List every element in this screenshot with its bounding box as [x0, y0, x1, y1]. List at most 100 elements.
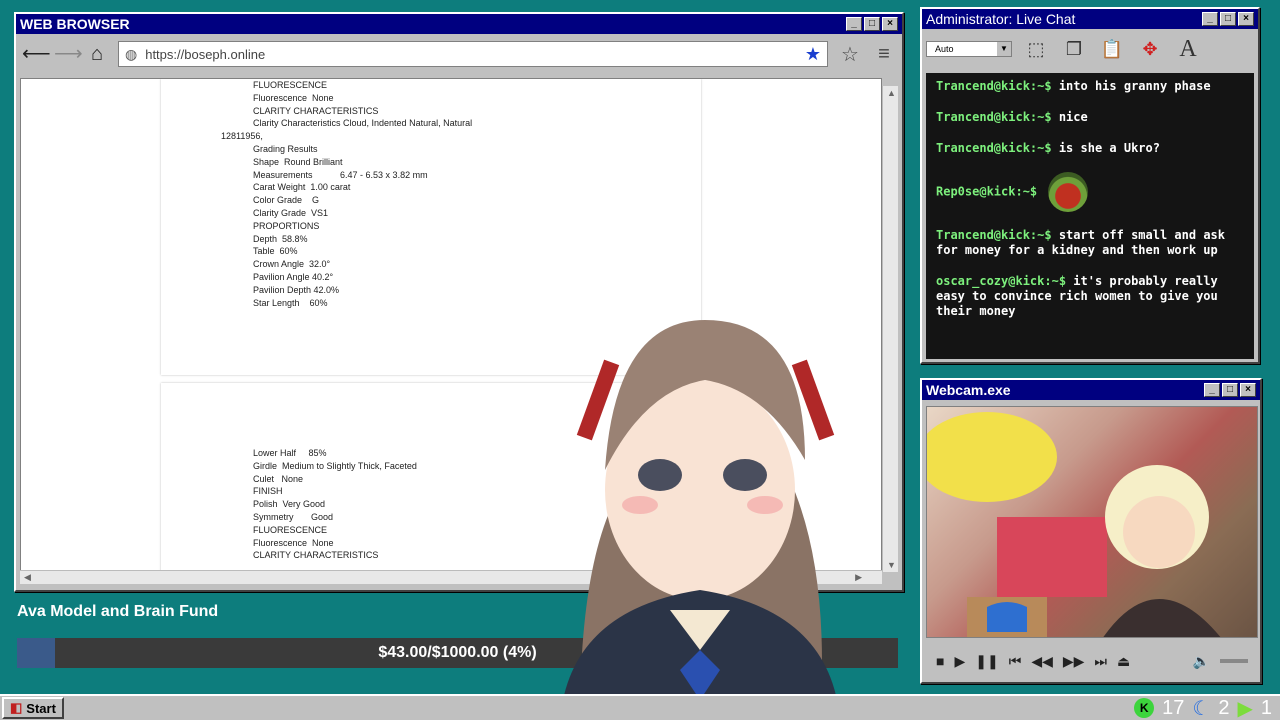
pause-icon[interactable]: ❚❚ — [975, 653, 998, 670]
chat-message: Rep0se@kick:~$ — [936, 172, 1244, 212]
font-select-value: Auto — [935, 44, 954, 54]
play-icon[interactable]: ▶ — [954, 653, 965, 670]
document-line: Carat Weight 1.00 carat — [253, 182, 351, 193]
fast-forward-icon[interactable]: ▶▶ — [1063, 653, 1085, 670]
maximize-button[interactable]: □ — [1220, 12, 1236, 26]
browser-toolbar: ⟵ ⟶ ⌂ ◍ https://boseph.online ★ ☆ ≡ — [16, 34, 902, 74]
play-count: 1 — [1260, 696, 1272, 719]
eject-icon[interactable]: ⏏ — [1117, 653, 1130, 670]
chat-titlebar[interactable]: Administrator: Live Chat _ □ × — [922, 9, 1258, 29]
document-line: Grading Results — [253, 143, 318, 154]
maximize-button[interactable]: □ — [864, 17, 880, 31]
close-button[interactable]: × — [882, 17, 898, 31]
document-line: Color Grade G — [253, 195, 320, 206]
chat-username[interactable]: Trancend@kick:~$ — [936, 228, 1052, 242]
document-line: Clarity Grade VS1 — [253, 207, 329, 218]
document-line: Table 60% — [253, 246, 298, 257]
minimize-button[interactable]: _ — [1204, 383, 1220, 397]
chat-text: is she a Ukro? — [1058, 141, 1160, 155]
minimize-button[interactable]: _ — [846, 17, 862, 31]
windows-logo-icon: ◧ — [10, 700, 23, 715]
document-line: Clarity Characteristics Cloud, Indented … — [253, 118, 473, 129]
bookmark-star-icon[interactable]: ★ — [805, 44, 821, 65]
document-line: Crown Angle 32.0° — [253, 259, 331, 270]
mug-shape — [987, 602, 1027, 632]
webcam-scene — [927, 412, 1221, 637]
rewind-icon[interactable]: ◀◀ — [1031, 653, 1053, 670]
volume-slider[interactable] — [1220, 659, 1248, 663]
back-arrow-icon[interactable]: ⟵ — [22, 43, 51, 65]
kick-icon: K — [1134, 698, 1155, 718]
chevron-down-icon: ▼ — [997, 42, 1011, 56]
vertical-scrollbar[interactable]: ▲ ▼ — [882, 86, 898, 572]
avatar-left-eye — [638, 459, 682, 491]
chat-username[interactable]: Trancend@kick:~$ — [936, 110, 1052, 124]
chat-username[interactable]: Trancend@kick:~$ — [936, 79, 1052, 93]
chat-window: Administrator: Live Chat _ □ × Auto ▼ ⬚ … — [920, 7, 1260, 364]
chat-message: Trancend@kick:~$ start off small and ask… — [936, 228, 1244, 258]
skip-forward-icon[interactable]: ⏭ — [1094, 653, 1107, 670]
document-line: Fluorescence None — [253, 92, 334, 103]
document-line: PROPORTIONS — [253, 220, 320, 231]
media-controls: ■ ▶ ❚❚ ⏮ ◀◀ ▶▶ ⏭ ⏏ 🔈 — [926, 644, 1258, 678]
browser-title: WEB BROWSER — [20, 16, 130, 32]
chat-username[interactable]: Rep0se@kick:~$ — [936, 185, 1037, 199]
browser-titlebar[interactable]: WEB BROWSER _ □ × — [16, 14, 902, 34]
stop-icon[interactable]: ■ — [936, 653, 944, 669]
font-icon[interactable]: A — [1174, 35, 1202, 63]
webcam-titlebar[interactable]: Webcam.exe _ □ × — [922, 380, 1260, 400]
chat-message: oscar_cozy@kick:~$ it's probably really … — [936, 274, 1244, 319]
webcam-video — [926, 406, 1258, 638]
avatar-jacket-shape — [1103, 599, 1221, 637]
document-line: CLARITY CHARACTERISTICS — [253, 105, 379, 116]
document-line: Pavilion Depth 42.0% — [253, 284, 340, 295]
avatar-face-shape — [1123, 496, 1195, 568]
globe-icon: ◍ — [125, 45, 138, 62]
play-circle-icon: ▶ — [1237, 697, 1253, 720]
forward-arrow-icon[interactable]: ⟶ — [54, 43, 83, 65]
taskbar: ◧ Start K 17 ☾ 2 ▶ 1 — [0, 694, 1280, 720]
chat-message: Trancend@kick:~$ into his granny phase — [936, 79, 1244, 94]
favorites-star-icon[interactable]: ☆ — [838, 42, 862, 67]
home-icon[interactable]: ⌂ — [86, 43, 108, 65]
chat-message: Trancend@kick:~$ is she a Ukro? — [936, 141, 1244, 156]
select-icon[interactable]: ⬚ — [1022, 35, 1050, 63]
moon-count: 2 — [1218, 696, 1230, 719]
chat-username[interactable]: oscar_cozy@kick:~$ — [936, 274, 1066, 288]
chat-toolbar: Auto ▼ ⬚ ❐ 📋 ✥ A — [922, 29, 1258, 69]
skip-back-icon[interactable]: ⏮ — [1009, 653, 1022, 670]
document-line: FLUORESCENCE — [253, 80, 328, 90]
moon-icon: ☾ — [1192, 697, 1211, 720]
start-label: Start — [26, 700, 56, 716]
font-select[interactable]: Auto ▼ — [926, 41, 1012, 57]
address-bar[interactable]: ◍ https://boseph.online ★ — [118, 41, 828, 67]
paste-icon[interactable]: 📋 — [1098, 35, 1126, 63]
avatar-right-blush — [747, 496, 783, 514]
document-line: Depth 58.8% — [253, 233, 308, 244]
start-button[interactable]: ◧ Start — [2, 697, 64, 719]
chat-message: Trancend@kick:~$ nice — [936, 110, 1244, 125]
plush-shape — [927, 412, 1057, 502]
close-button[interactable]: × — [1240, 383, 1256, 397]
chat-username[interactable]: Trancend@kick:~$ — [936, 141, 1052, 155]
fund-title: Ava Model and Brain Fund — [17, 603, 219, 620]
document-line: Pavilion Angle 40.2° — [253, 271, 334, 282]
copy-icon[interactable]: ❐ — [1060, 35, 1088, 63]
chat-title: Administrator: Live Chat — [926, 11, 1076, 27]
close-button[interactable]: × — [1238, 12, 1254, 26]
url-text: https://boseph.online — [145, 46, 266, 62]
move-icon[interactable]: ✥ — [1136, 35, 1164, 63]
chat-text: into his granny phase — [1058, 79, 1211, 93]
document-line: 12811956, — [221, 131, 263, 142]
minimize-button[interactable]: _ — [1202, 12, 1218, 26]
maximize-button[interactable]: □ — [1222, 383, 1238, 397]
chat-messages[interactable]: Trancend@kick:~$ into his granny phase Tr… — [926, 73, 1254, 359]
kick-viewer-count: 17 — [1162, 696, 1185, 719]
menu-icon[interactable]: ≡ — [872, 43, 896, 66]
bed-shape — [997, 517, 1107, 597]
webcam-window: Webcam.exe _ □ × ■ ▶ ❚❚ ⏮ ◀◀ ▶▶ ⏭ ⏏ 🔈 — [920, 378, 1262, 684]
avatar-right-eye — [723, 459, 767, 491]
volume-icon[interactable]: 🔈 — [1193, 653, 1210, 670]
document-line: Measurements 6.47 - 6.53 x 3.82 mm — [253, 169, 428, 180]
document-line: Shape Round Brilliant — [253, 156, 343, 167]
